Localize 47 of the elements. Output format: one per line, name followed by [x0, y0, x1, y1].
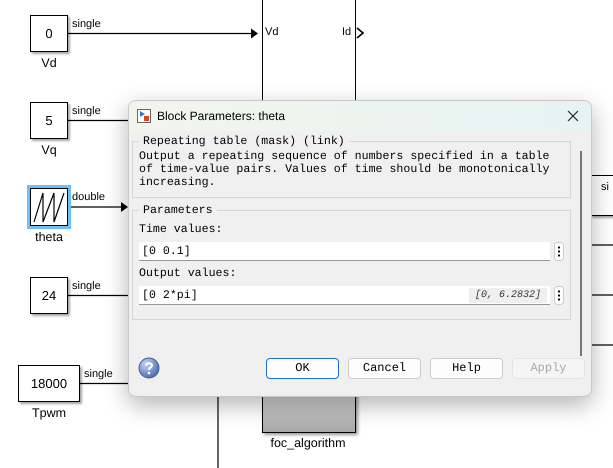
- constant-block[interactable]: 24: [30, 277, 68, 314]
- signal-line: [80, 382, 128, 384]
- help-icon[interactable]: [138, 357, 160, 379]
- dialog-button[interactable]: Cancel: [348, 358, 421, 378]
- signal-line: [590, 244, 613, 246]
- signal-label: single: [84, 368, 113, 380]
- constant-block[interactable]: 18000: [18, 365, 80, 402]
- signal-label: si: [601, 181, 609, 193]
- port-label: Vd: [265, 26, 278, 38]
- more-options-icon[interactable]: [554, 242, 564, 261]
- block-icon: [137, 109, 151, 123]
- signal-label: single: [72, 280, 101, 292]
- signal-line: [590, 294, 613, 296]
- dialog-button[interactable]: Help: [430, 358, 503, 378]
- constant-block[interactable]: 0: [30, 15, 68, 52]
- group-title: Parameters: [142, 204, 214, 217]
- description-text: Output a repeating sequence of numbers specified in a table of time-value pairs. Values of time should be monotonically increasing.: [139, 150, 550, 189]
- block-label: theta: [35, 230, 63, 244]
- block-label: Vd: [41, 56, 57, 70]
- sawtooth-block[interactable]: [30, 188, 68, 226]
- output-port-icon: [356, 27, 364, 39]
- subsystem-block[interactable]: [262, 0, 356, 102]
- block-label: Tpwm: [32, 406, 66, 420]
- signal-line: [68, 294, 128, 296]
- input-field[interactable]: [0 2*pi] [0, 6.2832]: [139, 286, 550, 305]
- scrollbar[interactable]: [580, 151, 582, 356]
- group-title: Repeating table (mask) (link): [142, 135, 346, 148]
- signal-label: single: [72, 18, 101, 30]
- more-options-icon[interactable]: [554, 286, 564, 305]
- field-label: Output values:: [139, 267, 238, 280]
- port-label: Id: [342, 26, 352, 38]
- field-label: Time values:: [139, 223, 224, 236]
- signal-line: [590, 344, 613, 346]
- signal-label: double: [72, 191, 106, 203]
- signal-line: [68, 202, 128, 212]
- signal-line: [68, 120, 128, 122]
- dialog-button[interactable]: OK: [266, 358, 339, 378]
- block-label: foc_algorithm: [270, 436, 346, 450]
- close-icon[interactable]: [567, 110, 579, 122]
- constant-block[interactable]: 5: [30, 102, 68, 139]
- signal-label: single: [72, 104, 101, 116]
- edge-block[interactable]: si: [590, 175, 613, 216]
- block-label: Vq: [41, 143, 57, 157]
- signal-line: [217, 396, 219, 468]
- evaluated-value: [0, 6.2832]: [468, 288, 547, 302]
- window-title: Block Parameters: theta: [157, 109, 286, 123]
- input-field[interactable]: [0 0.1]: [139, 242, 550, 261]
